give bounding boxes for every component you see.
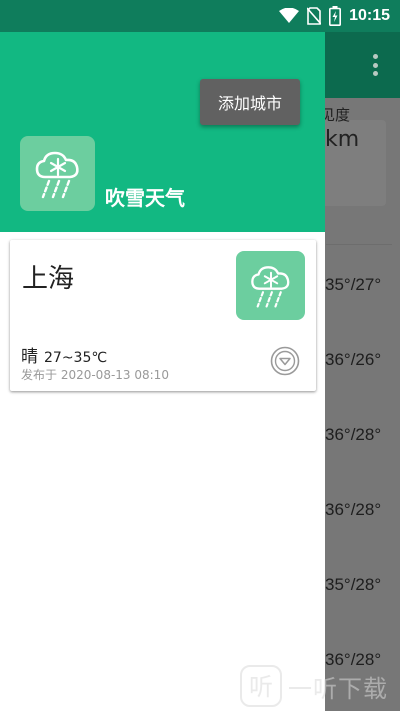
background-divider — [326, 244, 392, 245]
status-icons: 10:15 — [279, 4, 390, 28]
city-temp-range: 27~35℃ — [44, 350, 108, 366]
forecast-temp: 35°/27° — [325, 275, 382, 294]
city-weather-icon-tile — [236, 251, 305, 320]
forecast-temp: 36°/28° — [325, 425, 382, 444]
expand-circle-icon[interactable] — [270, 346, 300, 376]
more-vert-icon — [372, 54, 378, 76]
snow-rain-icon — [250, 265, 289, 308]
forecast-temp: 35°/28° — [325, 575, 382, 594]
battery-charging-icon — [329, 6, 342, 26]
city-published-time: 发布于 2020-08-13 08:10 — [21, 368, 169, 382]
watermark: 听 一听下载 — [240, 664, 388, 708]
app-title: 吹雪天气 — [105, 186, 185, 210]
add-city-menu-item[interactable]: 添加城市 — [200, 79, 300, 125]
city-condition: 晴 — [21, 347, 38, 367]
watermark-text: 一听下载 — [288, 674, 388, 703]
watermark-logo-glyph: 听 — [249, 673, 273, 701]
app-logo — [20, 136, 95, 211]
forecast-temp: 36°/26° — [325, 350, 382, 369]
city-card[interactable]: 上海 晴 27~35℃ 发布于 2020-08-13 08:10 — [10, 240, 316, 391]
background-detail-value: km — [325, 127, 360, 152]
snow-rain-icon — [35, 151, 79, 198]
status-bar: 10:15 — [0, 0, 400, 32]
city-name: 上海 — [22, 264, 75, 294]
forecast-temp: 36°/28° — [325, 500, 382, 519]
city-condition-row: 晴 27~35℃ — [21, 342, 107, 367]
status-time: 10:15 — [349, 7, 390, 24]
no-sim-icon — [307, 7, 322, 25]
wifi-icon — [279, 8, 300, 23]
watermark-logo: 听 — [240, 665, 282, 707]
